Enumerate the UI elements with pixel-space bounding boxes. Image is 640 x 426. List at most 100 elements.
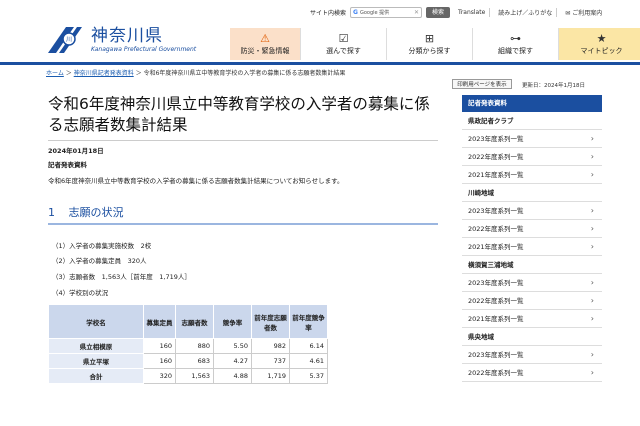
sidebar-group-title: 川崎地域 [462,184,602,202]
chevron-right-icon: › [590,134,594,143]
school-stats-table: 学校名 募集定員 志願者数 競争率 前年度志願者数 前年度競争率 県立相模原 1… [48,304,328,384]
search-button[interactable]: 検索 [426,6,451,18]
page-title: 令和6年度神奈川県立中等教育学校の入学者の募集に係る志願者数集計結果 [48,95,430,134]
sidebar-link[interactable]: 2021年度系列一覧 › [462,166,602,184]
sidebar-link[interactable]: 2022年度系列一覧 › [462,148,602,166]
translate-link[interactable]: Translate [458,9,485,16]
sidebar-link-label: 2022年度系列一覧 [468,369,524,377]
sidebar-link-label: 2021年度系列一覧 [468,315,524,323]
title-divider [48,140,438,141]
nav-organization[interactable]: ⊶ 組織で探す [472,28,558,60]
table-cell: 880 [175,338,214,354]
table-cell: 1,719 [251,368,290,384]
breadcrumb-home[interactable]: ホーム [46,70,64,77]
sidebar-link-label: 2022年度系列一覧 [468,297,524,305]
read-aloud-link[interactable]: 読み上げ／ふりがな [498,8,552,17]
breadcrumb-separator: ＞ [65,70,72,77]
print-page-button[interactable]: 印刷用ページを表示 [452,79,512,89]
tree-icon: ⊞ [424,31,435,45]
divider [489,7,491,17]
nav-label: 防災・緊急情報 [240,46,290,55]
column-header: 学校名 [48,304,144,339]
column-header: 競争率 [213,304,252,339]
table-cell: 160 [143,338,176,354]
clear-icon[interactable]: ✕ [414,9,419,16]
sidebar-link-label: 2023年度系列一覧 [468,351,524,359]
sidebar-link-label: 2023年度系列一覧 [468,279,524,287]
section-title: 志願の状況 [68,206,124,219]
nav-label: マイトピック [580,46,623,55]
school-name: 県立相模原 [48,338,144,354]
sidebar-link-label: 2021年度系列一覧 [468,243,524,251]
sidebar: 記者発表資料 県政記者クラブ 2023年度系列一覧 › 2022年度系列一覧 › 2… [462,95,602,382]
sidebar-link-label: 2022年度系列一覧 [468,225,524,233]
sidebar-link[interactable]: 2022年度系列一覧 › [462,220,602,238]
table-row: 県立平塚 160 683 4.27 737 4.61 [48,353,328,369]
table-cell: 1,563 [175,368,214,384]
column-header: 前年度志願者数 [251,304,290,339]
utility-bar: サイト内検索 G Google 提供 ✕ 検索 Translate 読み上げ／ふ… [310,6,602,18]
sidebar-link[interactable]: 2023年度系列一覧 › [462,346,602,364]
logo-subtitle: Kanagawa Prefectural Government [91,45,197,53]
sidebar-link[interactable]: 2023年度系列一覧 › [462,202,602,220]
nav-disaster[interactable]: ⚠ 防災・緊急情報 [230,28,300,60]
search-input[interactable]: G Google 提供 ✕ [350,6,423,18]
sidebar-link[interactable]: 2022年度系列一覧 › [462,364,602,382]
list-item: （1）入学者の募集実施校数 2校 [52,242,152,250]
table-row: 合計 320 1,563 4.88 1,719 5.37 [48,368,328,384]
org-chart-icon: ⊶ [510,31,521,45]
chevron-right-icon: › [590,296,594,305]
list-item: （2）入学者の募集定員 320人 [52,257,147,265]
column-header: 志願者数 [175,304,214,339]
table-header-row: 学校名 募集定員 志願者数 競争率 前年度志願者数 前年度競争率 [48,304,328,339]
document-type: 記者発表資料 [48,161,87,169]
sidebar-link-label: 2022年度系列一覧 [468,153,524,161]
chevron-right-icon: › [590,152,594,161]
guide-link[interactable]: ✉ ご利用案内 [565,8,602,17]
table-cell: 737 [251,353,290,369]
warning-icon: ⚠ [260,31,270,45]
logo-title: 神奈川県 [91,25,163,46]
section-heading: 1 志願の状況 [48,204,438,225]
table-cell: 4.27 [213,353,252,369]
nav-my-topic[interactable]: ★ マイトピック [558,28,640,60]
list-item: （4）学校別の状況 [52,289,109,297]
checklist-icon: ☑ [338,31,349,45]
sidebar-link[interactable]: 2023年度系列一覧 › [462,274,602,292]
chevron-right-icon: › [590,314,594,323]
site-logo[interactable]: 川 神奈川県 Kanagawa Prefectural Government [44,25,196,55]
table-cell: 5.50 [213,338,252,354]
guide-label: ご利用案内 [572,9,603,17]
sidebar-link[interactable]: 2023年度系列一覧 › [462,130,602,148]
google-icon: G [353,8,358,16]
table-cell: 4.88 [213,368,252,384]
mail-icon: ✉ [565,9,571,17]
nav-category[interactable]: ⊞ 分類から探す [386,28,472,60]
school-name: 県立平塚 [48,353,144,369]
breadcrumb-section[interactable]: 神奈川県記者発表資料 [74,70,134,77]
sidebar-link[interactable]: 2021年度系列一覧 › [462,310,602,328]
chevron-right-icon: › [590,170,594,179]
column-header: 前年度競争率 [289,304,328,339]
sidebar-link-label: 2023年度系列一覧 [468,135,524,143]
prefecture-emblem-icon: 川 [44,25,86,55]
lead-text: 令和6年度神奈川県立中等教育学校の入学者の募集に係る志願者数集計結果についてお知… [48,177,344,185]
search-placeholder: Google 提供 [359,9,390,16]
star-icon: ★ [596,31,607,45]
sidebar-link[interactable]: 2022年度系列一覧 › [462,292,602,310]
breadcrumb-current: 令和6年度神奈川県立中等教育学校の入学者の募集に係る志願者数集計結果 [143,70,346,77]
breadcrumb-separator: ＞ [135,70,142,77]
breadcrumb: ホーム ＞ 神奈川県記者発表資料 ＞ 令和6年度神奈川県立中等教育学校の入学者の… [46,68,345,77]
table-cell: 6.14 [289,338,328,354]
list-item: （3）志願者数 1,563人［前年度 1,719人］ [52,273,191,281]
chevron-right-icon: › [590,350,594,359]
total-label: 合計 [48,368,144,384]
nav-choose[interactable]: ☑ 選んで探す [300,28,386,60]
chevron-right-icon: › [590,224,594,233]
divider [556,7,558,17]
sidebar-group-title: 県政記者クラブ [462,112,602,130]
sidebar-link[interactable]: 2021年度系列一覧 › [462,238,602,256]
header-divider [0,62,640,65]
nav-label: 分類から探す [408,46,451,55]
sidebar-group-title: 横須賀三浦地域 [462,256,602,274]
